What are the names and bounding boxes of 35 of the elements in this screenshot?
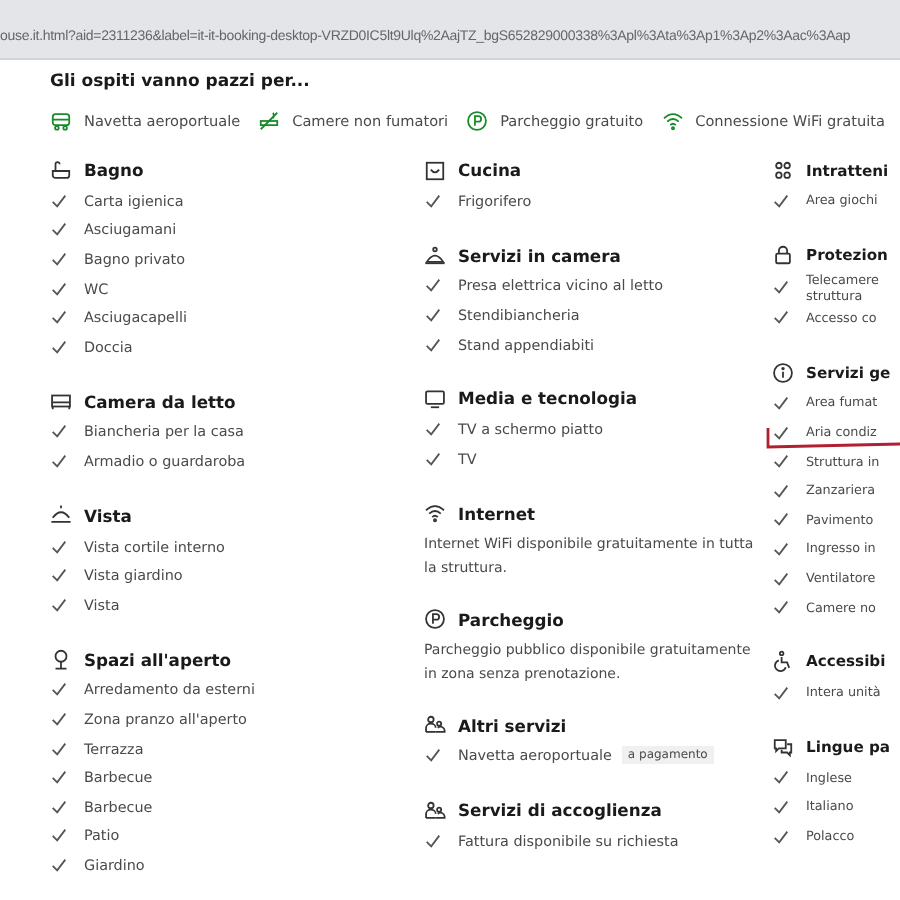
check-icon — [772, 191, 790, 210]
lock-icon — [772, 244, 794, 267]
annotation-line — [764, 426, 900, 454]
games-icon — [772, 159, 794, 181]
parking-icon — [424, 608, 446, 631]
category-title: Media e tecnologia — [458, 388, 638, 409]
people-icon — [424, 799, 446, 822]
wifi-icon — [661, 110, 684, 132]
accessibility-icon — [772, 650, 794, 673]
wifi-icon — [424, 502, 446, 525]
info-icon — [772, 361, 794, 384]
check-icon — [424, 746, 442, 765]
category-title: Vista — [84, 505, 132, 526]
category-title: Servizi di accoglienza — [458, 800, 662, 821]
shuttle-icon — [50, 110, 72, 132]
category-title: Altri servizi — [458, 715, 567, 736]
nosmoking-icon — [258, 110, 281, 132]
check-icon — [772, 683, 790, 702]
category-title: Servizi in camera — [458, 245, 621, 266]
chat-icon — [772, 736, 794, 759]
category-title: Internet — [458, 503, 536, 524]
bed-icon — [50, 390, 72, 413]
category-title: Camera da letto — [84, 391, 236, 412]
roomservice-icon — [424, 244, 446, 267]
category-title: Cucina — [458, 160, 522, 180]
bath-icon — [50, 159, 72, 181]
category-title: Spazi all'aperto — [84, 649, 232, 670]
tv-icon — [424, 387, 446, 410]
section-heading: Gli ospiti vanno pazzi per... — [50, 72, 312, 92]
people-icon — [424, 714, 446, 737]
check-icon — [424, 831, 442, 850]
check-icon — [424, 191, 442, 210]
category-title: Parcheggio — [458, 609, 564, 630]
category-title: Bagno — [84, 160, 144, 180]
parking-icon — [466, 110, 489, 132]
